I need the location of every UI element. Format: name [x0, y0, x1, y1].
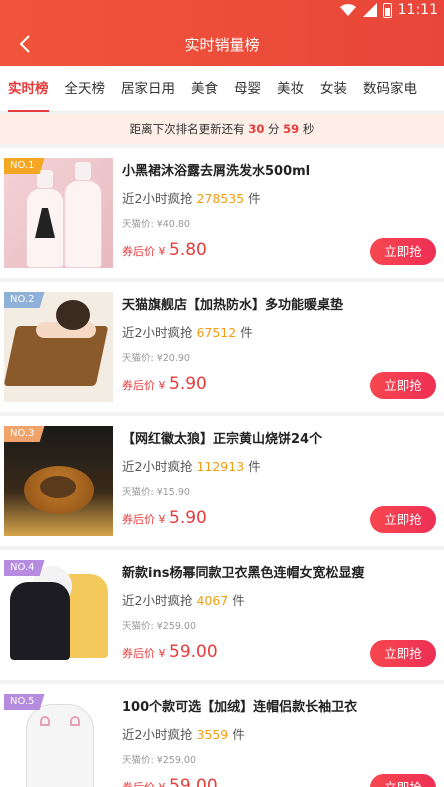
coupon-price-prefix: 券后价 [122, 647, 155, 660]
coupon-price-prefix: 券后价 [122, 245, 155, 258]
tab-baby[interactable]: 母婴 [226, 66, 269, 112]
sales-number: 67512 [196, 325, 237, 340]
currency-symbol: ¥ [158, 647, 166, 660]
category-tabs: 实时榜 全天榜 居家日用 美食 母婴 美妆 女装 数码家电 [0, 66, 444, 112]
price-value: 59.00 [169, 776, 218, 787]
tab-womens[interactable]: 女装 [312, 66, 355, 112]
currency-symbol: ¥ [159, 781, 166, 787]
product-title[interactable]: 新款ins杨幂同款卫衣黑色连帽女宽松显瘦 [122, 562, 438, 581]
currency-symbol: ¥ [158, 379, 166, 392]
list-item[interactable]: NO.2 天猫旗舰店【加热防水】多功能暖桌垫 近2小时疯抢 67512 件 天猫… [0, 282, 444, 412]
sales-number: 278535 [196, 191, 245, 206]
list-item[interactable]: NO.3 【网红徽太狼】正宗黄山烧饼24个 近2小时疯抢 112913 件 天猫… [0, 416, 444, 546]
product-image[interactable]: NO.1 [4, 158, 113, 268]
sales-unit: 件 [240, 325, 253, 340]
rank-badge: NO.1 [4, 158, 45, 174]
wifi-icon [339, 4, 356, 16]
sales-unit: 件 [248, 191, 261, 206]
coupon-price: 券后价 ¥ 5.80 [122, 240, 207, 260]
price-value: 59.00 [169, 642, 218, 662]
buy-now-button[interactable]: 立即抢 [370, 372, 436, 399]
coupon-price: 券后价 ¥ 5.90 [122, 508, 207, 528]
original-price: 天猫价: ¥259.00 [122, 621, 197, 632]
countdown-seconds: 59 [283, 122, 300, 136]
price-value: 5.90 [169, 508, 207, 528]
product-image[interactable]: NO.4 [4, 560, 113, 670]
sales-count: 近2小时疯抢 112913 件 [122, 456, 261, 475]
tab-allday[interactable]: 全天榜 [57, 66, 114, 112]
rank-badge: NO.2 [4, 292, 45, 308]
clock: 11:11 [397, 2, 438, 18]
sales-number: 4067 [196, 593, 229, 608]
buy-now-button[interactable]: 立即抢 [370, 506, 436, 533]
original-price: 天猫价: ¥40.80 [122, 219, 190, 230]
buy-now-button[interactable]: 立即抢 [370, 640, 436, 667]
update-countdown: 距离下次排名更新还有 30 分 59 秒 [0, 114, 444, 144]
header: 实时销量榜 [0, 22, 444, 66]
sales-prefix: 近2小时疯抢 [122, 325, 193, 340]
countdown-prefix: 距离下次排名更新还有 [129, 122, 245, 136]
sales-prefix: 近2小时疯抢 [122, 727, 193, 742]
sales-prefix: 近2小时疯抢 [122, 593, 193, 608]
price-value: 5.80 [169, 240, 207, 260]
heating-pad-image [4, 292, 113, 402]
sales-count: 近2小时疯抢 3559 件 [122, 724, 245, 743]
sales-number: 3559 [196, 727, 229, 742]
rank-badge: NO.4 [4, 560, 45, 576]
tab-household[interactable]: 居家日用 [113, 66, 183, 112]
sales-unit: 件 [232, 727, 245, 742]
price-value: 5.90 [169, 374, 207, 394]
coupon-price: 券后价 ¥ 5.90 [122, 374, 207, 394]
tab-realtime[interactable]: 实时榜 [0, 66, 57, 112]
sales-prefix: 近2小时疯抢 [122, 191, 193, 206]
signal-icon [362, 3, 377, 17]
status-bar: 11:11 [0, 0, 444, 22]
product-image[interactable]: NO.5 [4, 694, 113, 787]
list-item[interactable]: NO.1 小黑裙沐浴露去屑洗发水500ml 近2小时疯抢 278535 件 天猫… [0, 148, 444, 278]
list-item[interactable]: NO.4 新款ins杨幂同款卫衣黑色连帽女宽松显瘦 近2小时疯抢 4067 件 … [0, 550, 444, 680]
buy-now-button[interactable]: 立即抢 [370, 774, 436, 787]
sales-count: 近2小时疯抢 278535 件 [122, 188, 261, 207]
shampoo-bottles-image [4, 158, 113, 268]
hoodies-image [4, 560, 113, 670]
currency-symbol: ¥ [158, 513, 166, 526]
buy-now-button[interactable]: 立即抢 [370, 238, 436, 265]
countdown-sec-unit: 秒 [302, 122, 315, 136]
product-title[interactable]: 100个款可选【加绒】连帽侣款长袖卫衣 [122, 696, 438, 715]
coupon-price: 券后价 ¥ 59.00 [122, 642, 218, 662]
original-price: 天猫价: ¥20.90 [122, 353, 190, 364]
sales-prefix: 近2小时疯抢 [122, 459, 193, 474]
coupon-price-prefix: 券后价 [122, 513, 155, 526]
baked-pastry-image [4, 426, 113, 536]
coupon-price: 券后价 ¥ 59.00 [122, 776, 218, 787]
rank-badge: NO.5 [4, 694, 45, 710]
product-list: NO.1 小黑裙沐浴露去屑洗发水500ml 近2小时疯抢 278535 件 天猫… [0, 148, 444, 787]
coupon-price-prefix: 券后价 [122, 781, 155, 787]
countdown-min-unit: 分 [268, 122, 280, 136]
sales-number: 112913 [196, 459, 245, 474]
product-title[interactable]: 小黑裙沐浴露去屑洗发水500ml [122, 160, 438, 179]
product-title[interactable]: 天猫旗舰店【加热防水】多功能暖桌垫 [122, 294, 438, 313]
sales-unit: 件 [232, 593, 245, 608]
rank-badge: NO.3 [4, 426, 45, 442]
tab-digital[interactable]: 数码家电 [355, 66, 425, 112]
sales-count: 近2小时疯抢 4067 件 [122, 590, 245, 609]
coupon-price-prefix: 券后价 [122, 379, 155, 392]
status-icons: 11:11 [339, 2, 438, 18]
countdown-minutes: 30 [248, 122, 265, 136]
original-price: 天猫价: ¥15.90 [122, 487, 190, 498]
sales-count: 近2小时疯抢 67512 件 [122, 322, 253, 341]
product-image[interactable]: NO.3 [4, 426, 113, 536]
page-title: 实时销量榜 [184, 36, 260, 54]
product-title[interactable]: 【网红徽太狼】正宗黄山烧饼24个 [122, 428, 438, 447]
product-image[interactable]: NO.2 [4, 292, 113, 402]
sales-unit: 件 [248, 459, 261, 474]
tab-food[interactable]: 美食 [183, 66, 226, 112]
currency-symbol: ¥ [158, 245, 166, 258]
list-item[interactable]: NO.5 100个款可选【加绒】连帽侣款长袖卫衣 近2小时疯抢 3559 件 天… [0, 684, 444, 787]
battery-icon [382, 2, 392, 18]
tab-beauty[interactable]: 美妆 [269, 66, 312, 112]
original-price: 天猫价: ¥259.00 [122, 755, 197, 766]
